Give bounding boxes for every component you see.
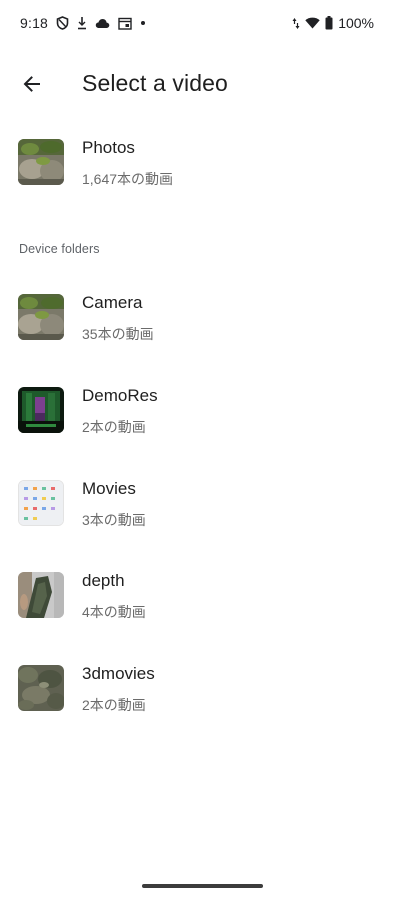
3dmovies-thumbnail: [18, 665, 64, 711]
folder-name: Movies: [82, 479, 136, 498]
movies-thumbnail: [18, 480, 64, 526]
album-count: 1,647本の動画: [82, 171, 174, 187]
depth-thumbnail: [18, 572, 64, 618]
battery-percentage: 100%: [338, 15, 374, 31]
folder-item-movies[interactable]: Movies 3本の動画: [0, 473, 404, 549]
status-time: 9:18: [20, 15, 49, 31]
folder-name: depth: [82, 571, 125, 590]
download-icon: [77, 16, 87, 30]
page-title: Select a video: [82, 70, 228, 96]
album-name: Photos: [82, 138, 135, 157]
folder-name: 3dmovies: [82, 664, 155, 683]
calendar-icon: [118, 17, 132, 30]
status-right: 100%: [292, 15, 374, 31]
demores-thumbnail: [18, 387, 64, 433]
battery-icon: [325, 16, 333, 30]
folder-count: 35本の動画: [82, 326, 154, 342]
folder-name: DemoRes: [82, 386, 158, 405]
cloud-icon: [95, 18, 110, 29]
album-item-photos[interactable]: Photos 1,647本の動画: [0, 132, 404, 208]
folder-count: 2本の動画: [82, 419, 146, 435]
select-video-screen: 9:18 100% Select a video Photos 1,647本の動…: [0, 0, 404, 900]
arrow-back-icon: [22, 74, 42, 94]
folder-count: 3本の動画: [82, 512, 146, 528]
status-bar: 9:18 100%: [0, 0, 404, 48]
folder-item-3dmovies[interactable]: 3dmovies 2本の動画: [0, 658, 404, 734]
folder-name: Camera: [82, 293, 143, 312]
top-app-bar: Select a video: [0, 56, 404, 112]
shield-icon: [56, 16, 69, 30]
camera-thumbnail: [18, 294, 64, 340]
section-header-device-folders: Device folders: [19, 242, 100, 256]
folder-count: 2本の動画: [82, 697, 146, 713]
wifi-icon: [305, 17, 320, 29]
status-left: 9:18: [20, 15, 146, 31]
back-button[interactable]: [14, 66, 50, 102]
dot-icon: [140, 20, 146, 26]
folder-count: 4本の動画: [82, 604, 146, 620]
folder-item-camera[interactable]: Camera 35本の動画: [0, 287, 404, 363]
folder-item-depth[interactable]: depth 4本の動画: [0, 565, 404, 641]
gesture-navigation-handle[interactable]: [142, 884, 263, 888]
data-arrows-icon: [292, 17, 300, 30]
photos-thumbnail: [18, 139, 64, 185]
folder-item-demores[interactable]: DemoRes 2本の動画: [0, 380, 404, 456]
